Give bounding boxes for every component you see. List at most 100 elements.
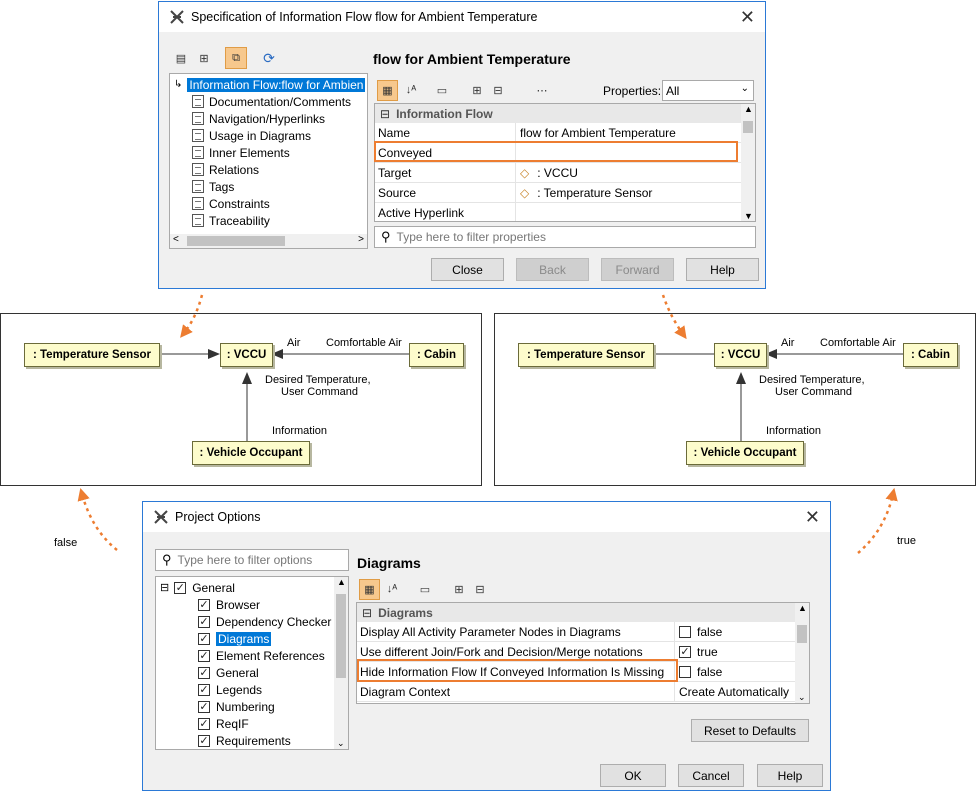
property-value[interactable]: ◇: Temperature Sensor	[516, 186, 652, 200]
list-view-icon[interactable]: ▤	[172, 49, 190, 67]
help-button[interactable]: Help	[757, 764, 823, 787]
scroll-up-icon[interactable]: ▲	[798, 603, 807, 613]
tree-item[interactable]: Constraints	[192, 195, 270, 212]
expand-tree-icon[interactable]: ⊞	[468, 81, 486, 99]
collapse-square-icon[interactable]: ⊟	[362, 606, 372, 620]
copy-icon[interactable]: ⧉	[225, 47, 247, 69]
scroll-left-icon[interactable]: <	[173, 234, 179, 245]
checkbox[interactable]: ✓	[174, 581, 187, 594]
scroll-thumb[interactable]	[743, 121, 753, 133]
option-value[interactable]: false	[675, 665, 722, 679]
option-value[interactable]: false	[675, 625, 722, 639]
collapse-icon[interactable]: ▭	[416, 580, 434, 598]
node-vehicle-occupant[interactable]: : Vehicle Occupant	[686, 441, 804, 465]
property-value[interactable]: ◇: VCCU	[516, 166, 578, 180]
checkbox[interactable]: ✓	[198, 700, 210, 713]
tree-item[interactable]: ✓ Requirements	[198, 732, 291, 749]
node-temperature-sensor[interactable]: : Temperature Sensor	[518, 343, 654, 367]
tree-item-diagrams[interactable]: ✓ Diagrams	[198, 630, 272, 647]
vertical-scrollbar[interactable]: ▲ ⌄	[795, 603, 809, 703]
sort-az-icon[interactable]: ↓ᴬ	[383, 580, 401, 598]
tree-item[interactable]: ✓ Numbering	[198, 698, 275, 715]
option-value[interactable]: Create Automatically	[675, 685, 789, 699]
tree-item[interactable]: ✓ Element References	[198, 647, 325, 664]
checkbox[interactable]: ✓	[198, 734, 210, 747]
scroll-down-icon[interactable]: ⌄	[337, 738, 345, 749]
tree-item[interactable]: ✓ Legends	[198, 681, 262, 698]
node-cabin[interactable]: : Cabin	[903, 343, 958, 367]
properties-filter-input[interactable]: ⚲ Type here to filter properties	[374, 226, 756, 248]
node-vehicle-occupant[interactable]: : Vehicle Occupant	[192, 441, 310, 465]
scroll-down-icon[interactable]: ⌄	[798, 692, 806, 703]
checkbox[interactable]: ✓	[198, 683, 210, 696]
properties-select[interactable]: All ⌄	[662, 80, 754, 101]
node-temperature-sensor[interactable]: : Temperature Sensor	[24, 343, 160, 367]
option-row[interactable]: Display All Activity Parameter Nodes in …	[357, 622, 795, 642]
scroll-down-icon[interactable]: ▼	[744, 211, 753, 221]
tree-item[interactable]: Navigation/Hyperlinks	[192, 110, 325, 127]
collapse-square-icon[interactable]: ⊟	[380, 107, 390, 121]
checkbox[interactable]: ✓	[198, 615, 210, 628]
property-row[interactable]: Active Hyperlink	[375, 203, 741, 221]
tree-item[interactable]: Relations	[192, 161, 259, 178]
tree-item[interactable]: Tags	[192, 178, 234, 195]
tree-item[interactable]: Inner Elements	[192, 144, 290, 161]
checkbox[interactable]: ✓	[198, 717, 210, 730]
back-button[interactable]: Back	[516, 258, 589, 281]
tree-item[interactable]: ✓ General	[198, 664, 259, 681]
checkbox[interactable]	[679, 665, 691, 678]
tree-root-item[interactable]: ↳ Information Flow:flow for Ambien	[174, 76, 366, 93]
scroll-thumb[interactable]	[797, 625, 807, 643]
refresh-icon[interactable]: ⟳	[260, 49, 278, 67]
collapse-icon[interactable]: ▭	[433, 81, 451, 99]
collapse-tree-icon[interactable]: ⊟	[471, 580, 489, 598]
sort-az-icon[interactable]: ↓ᴬ	[402, 81, 420, 99]
checkbox[interactable]	[679, 625, 691, 638]
checkbox[interactable]: ✓	[198, 666, 210, 679]
reset-to-defaults-button[interactable]: Reset to Defaults	[691, 719, 809, 742]
options-filter-input[interactable]: ⚲ Type here to filter options	[155, 549, 349, 571]
tree-item-general-root[interactable]: ⊟ ✓ General	[160, 579, 235, 596]
group-header[interactable]: ⊟ Diagrams	[357, 603, 795, 622]
tree-view-icon[interactable]: ⊞	[195, 49, 213, 67]
categorized-icon[interactable]: ▦	[359, 579, 380, 600]
filter-icon[interactable]: ⋯	[533, 81, 551, 99]
tree-item[interactable]: ✓ Dependency Checker	[198, 613, 331, 630]
tree-item[interactable]: ✓ Browser	[198, 596, 260, 613]
cancel-button[interactable]: Cancel	[678, 764, 744, 787]
node-cabin[interactable]: : Cabin	[409, 343, 464, 367]
vertical-scrollbar[interactable]: ▲ ▼	[741, 104, 755, 221]
categorized-icon[interactable]: ▦	[377, 80, 398, 101]
node-vccu[interactable]: : VCCU	[714, 343, 767, 367]
close-button[interactable]: Close	[431, 258, 504, 281]
collapse-square-icon[interactable]: ⊟	[160, 581, 169, 594]
help-button[interactable]: Help	[686, 258, 759, 281]
node-vccu[interactable]: : VCCU	[220, 343, 273, 367]
property-value[interactable]: flow for Ambient Temperature	[516, 126, 676, 140]
checkbox[interactable]: ✓	[198, 598, 210, 611]
scroll-up-icon[interactable]: ▲	[744, 104, 753, 114]
tree-item[interactable]: Documentation/Comments	[192, 93, 351, 110]
checkbox[interactable]: ✓	[679, 645, 691, 658]
forward-button[interactable]: Forward	[601, 258, 674, 281]
property-row[interactable]: Source ◇: Temperature Sensor	[375, 183, 741, 203]
ok-button[interactable]: OK	[600, 764, 666, 787]
checkbox[interactable]: ✓	[198, 632, 210, 645]
group-header[interactable]: ⊟ Information Flow	[375, 104, 741, 123]
tree-item[interactable]: Traceability	[192, 212, 270, 229]
checkbox[interactable]: ✓	[198, 649, 210, 662]
option-value[interactable]: ✓ true	[675, 645, 718, 659]
vertical-scrollbar[interactable]: ▲ ⌄	[334, 577, 348, 749]
tree-item[interactable]: ✓ ReqIF	[198, 715, 249, 732]
scroll-right-icon[interactable]: >	[358, 234, 364, 245]
expand-tree-icon[interactable]: ⊞	[450, 580, 468, 598]
close-icon[interactable]: ✕	[805, 507, 820, 528]
collapse-tree-icon[interactable]: ⊟	[489, 81, 507, 99]
option-row[interactable]: Diagram Context Create Automatically	[357, 682, 795, 702]
scroll-thumb[interactable]	[187, 236, 285, 246]
scroll-up-icon[interactable]: ▲	[337, 577, 346, 587]
tree-item[interactable]: Usage in Diagrams	[192, 127, 311, 144]
horizontal-scrollbar[interactable]: < >	[170, 234, 367, 248]
scroll-thumb[interactable]	[336, 594, 346, 678]
property-row[interactable]: Target ◇: VCCU	[375, 163, 741, 183]
